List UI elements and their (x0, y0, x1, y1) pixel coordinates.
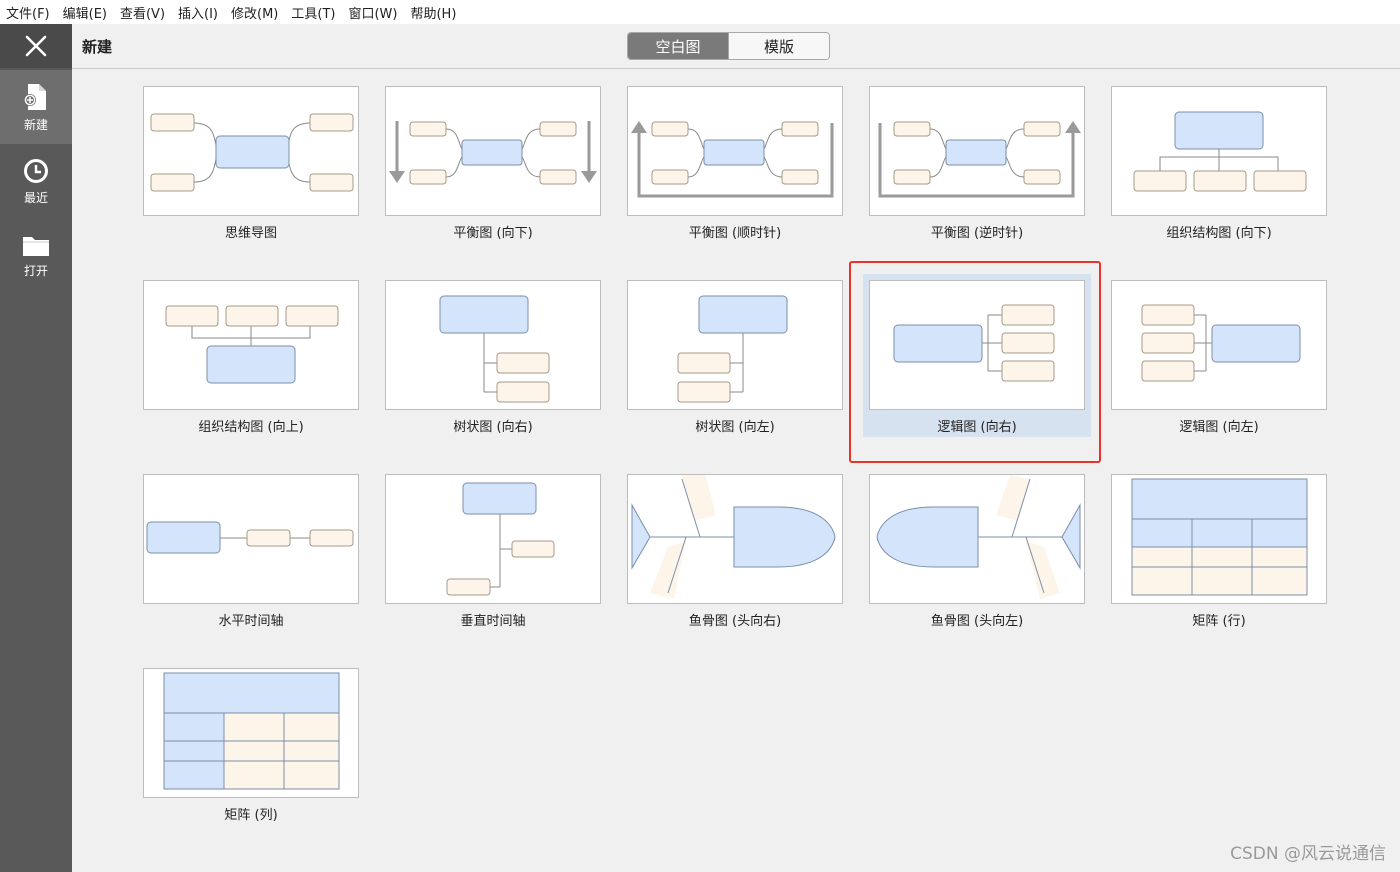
close-button[interactable] (0, 24, 72, 68)
close-icon (25, 35, 47, 57)
page-title: 新建 (82, 38, 113, 56)
template-thumbnail (869, 474, 1085, 604)
sidebar: 新建 最近 打开 (0, 24, 72, 872)
menu-edit[interactable]: 编辑(E) (63, 3, 107, 22)
template-card-mindmap[interactable]: 思维导图 (130, 69, 372, 263)
template-thumbnail (1111, 86, 1327, 216)
sidebar-item-recent[interactable]: 最近 (0, 144, 72, 218)
template-thumbnail (385, 474, 601, 604)
menu-tools[interactable]: 工具(T) (291, 3, 335, 22)
template-thumbnail (1111, 280, 1327, 410)
template-thumbnail (1111, 474, 1327, 604)
menu-bar: 文件(F) 编辑(E) 查看(V) 插入(I) 修改(M) 工具(T) 窗口(W… (0, 0, 1400, 24)
template-label: 鱼骨图 (头向右) (688, 614, 782, 629)
menu-insert[interactable]: 插入(I) (178, 3, 218, 22)
menu-file[interactable]: 文件(F) (6, 3, 50, 22)
template-card-org-up[interactable]: 组织结构图 (向上) (130, 263, 372, 457)
tab-switcher: 空白图 模版 (627, 32, 830, 60)
template-thumbnail (627, 474, 843, 604)
template-card-matrix-column[interactable]: 矩阵 (列) (130, 651, 372, 845)
template-label: 组织结构图 (向下) (1166, 226, 1272, 241)
template-label: 矩阵 (行) (1192, 614, 1246, 629)
template-label: 树状图 (向左) (695, 420, 775, 435)
template-card-tree-right[interactable]: 树状图 (向右) (372, 263, 614, 457)
template-card-matrix-row[interactable]: 矩阵 (行) (1098, 457, 1340, 651)
template-label: 矩阵 (列) (224, 808, 278, 823)
template-thumbnail (143, 86, 359, 216)
menu-help[interactable]: 帮助(H) (410, 3, 456, 22)
sidebar-item-label: 新建 (23, 117, 48, 132)
clock-icon (24, 158, 48, 183)
template-card-balance-counterclockwise[interactable]: 平衡图 (逆时针) (856, 69, 1098, 263)
template-thumbnail (869, 86, 1085, 216)
template-card-balance-clockwise[interactable]: 平衡图 (顺时针) (614, 69, 856, 263)
template-label: 思维导图 (224, 226, 277, 241)
tab-blank[interactable]: 空白图 (628, 33, 728, 59)
sidebar-item-new[interactable]: 新建 (0, 70, 72, 144)
sidebar-item-label: 最近 (23, 190, 48, 205)
template-thumbnail (627, 280, 843, 410)
watermark: CSDN @风云说通信 (1230, 844, 1386, 864)
menu-view[interactable]: 查看(V) (120, 3, 165, 22)
template-thumbnail (143, 474, 359, 604)
template-label: 鱼骨图 (头向左) (930, 614, 1024, 629)
template-card-tree-left[interactable]: 树状图 (向左) (614, 263, 856, 457)
template-card-fishbone-left[interactable]: 鱼骨图 (头向左) (856, 457, 1098, 651)
template-card-balance-down[interactable]: 平衡图 (向下) (372, 69, 614, 263)
template-thumbnail (385, 280, 601, 410)
new-file-icon (24, 83, 46, 110)
template-thumbnail (143, 280, 359, 410)
template-label: 水平时间轴 (218, 614, 284, 629)
folder-icon (23, 236, 49, 256)
template-card-horizontal-timeline[interactable]: 水平时间轴 (130, 457, 372, 651)
template-label: 逻辑图 (向右) (937, 420, 1017, 435)
template-card-logic-left[interactable]: 逻辑图 (向左) (1098, 263, 1340, 457)
template-thumbnail (869, 280, 1085, 410)
template-label: 垂直时间轴 (460, 614, 526, 629)
template-label: 平衡图 (逆时针) (930, 226, 1024, 241)
tab-templates[interactable]: 模版 (728, 33, 829, 59)
template-card-vertical-timeline[interactable]: 垂直时间轴 (372, 457, 614, 651)
sidebar-item-label: 打开 (23, 263, 48, 278)
template-label: 平衡图 (顺时针) (688, 226, 782, 241)
header: 新建 空白图 模版 (72, 24, 1400, 69)
template-card-logic-right[interactable]: 逻辑图 (向右) (856, 263, 1098, 457)
template-thumbnail (627, 86, 843, 216)
template-label: 树状图 (向右) (453, 420, 533, 435)
template-label: 组织结构图 (向上) (198, 420, 304, 435)
template-card-org-down[interactable]: 组织结构图 (向下) (1098, 69, 1340, 263)
menu-window[interactable]: 窗口(W) (348, 3, 397, 22)
template-card-fishbone-right[interactable]: 鱼骨图 (头向右) (614, 457, 856, 651)
template-thumbnail (143, 668, 359, 798)
template-thumbnail (385, 86, 601, 216)
menu-modify[interactable]: 修改(M) (231, 3, 278, 22)
template-label: 平衡图 (向下) (453, 226, 533, 241)
sidebar-item-open[interactable]: 打开 (0, 218, 72, 292)
template-label: 逻辑图 (向左) (1179, 420, 1259, 435)
